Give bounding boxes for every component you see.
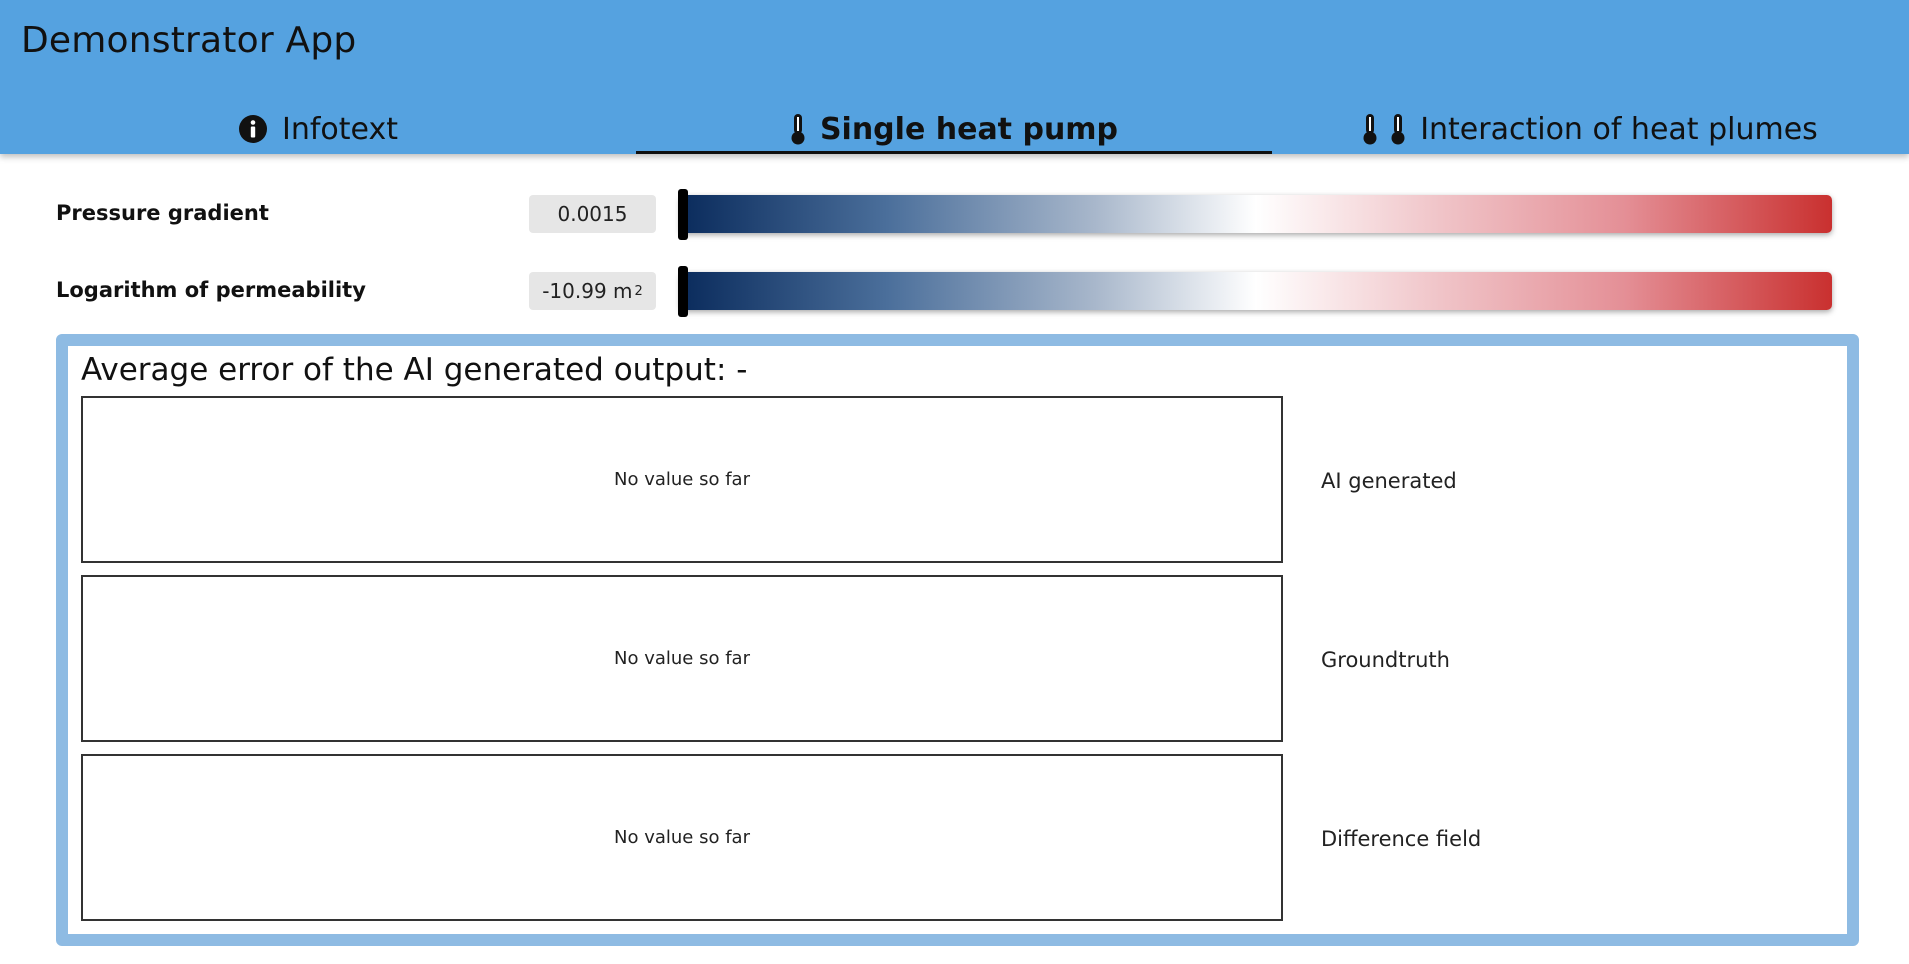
tab-bar: Infotext Single heat pump Interaction of…: [0, 104, 1909, 154]
tab-infotext[interactable]: Infotext: [0, 104, 636, 154]
tab-single-heat-pump[interactable]: Single heat pump: [636, 104, 1272, 154]
pressure-gradient-value: 0.0015: [529, 195, 656, 233]
tab-label: Infotext: [282, 111, 398, 147]
ai-generated-label: AI generated: [1321, 469, 1457, 493]
pressure-gradient-value-text: 0.0015: [557, 202, 628, 226]
app-header: Demonstrator App Infotext Single heat pu: [0, 0, 1909, 154]
plot-placeholder: No value so far: [614, 648, 750, 669]
permeability-slider-thumb[interactable]: [678, 266, 688, 317]
permeability-slider[interactable]: [680, 272, 1832, 310]
plot-placeholder: No value so far: [614, 827, 750, 848]
tab-label: Interaction of heat plumes: [1420, 111, 1818, 147]
pressure-gradient-label: Pressure gradient: [56, 201, 269, 225]
pressure-gradient-row: Pressure gradient 0.0015: [0, 189, 1909, 240]
results-panel: Average error of the AI generated output…: [56, 334, 1859, 946]
permeability-value: -10.99 m2: [529, 272, 656, 310]
info-icon: [238, 114, 268, 144]
thermometer-icon: [790, 113, 806, 145]
groundtruth-label: Groundtruth: [1321, 648, 1450, 672]
thermometer-pair-icon: [1362, 113, 1406, 145]
ai-generated-plot: No value so far: [81, 396, 1283, 563]
tab-label: Single heat pump: [819, 111, 1119, 147]
permeability-unit-exponent: 2: [634, 283, 643, 299]
pressure-gradient-slider[interactable]: [680, 195, 1832, 233]
permeability-label: Logarithm of permeability: [56, 278, 366, 302]
permeability-row: Logarithm of permeability -10.99 m2: [0, 266, 1909, 317]
tab-interaction-heat-plumes[interactable]: Interaction of heat plumes: [1272, 104, 1908, 154]
plot-placeholder: No value so far: [614, 469, 750, 490]
app-title: Demonstrator App: [21, 20, 357, 61]
permeability-value-text: -10.99 m: [542, 279, 633, 303]
difference-field-plot: No value so far: [81, 754, 1283, 921]
difference-field-label: Difference field: [1321, 827, 1482, 851]
pressure-gradient-slider-thumb[interactable]: [678, 189, 688, 240]
average-error-heading: Average error of the AI generated output…: [81, 352, 748, 388]
groundtruth-plot: No value so far: [81, 575, 1283, 742]
